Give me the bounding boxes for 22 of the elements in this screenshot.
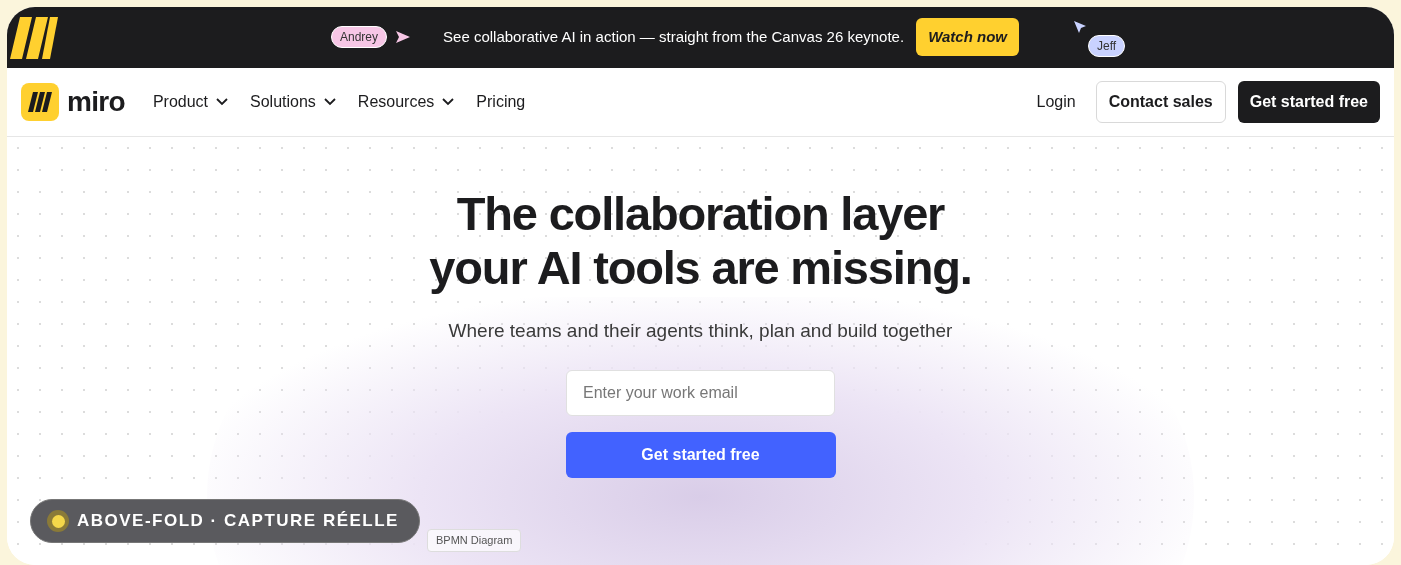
nav-menu-item[interactable]: Product: [152, 90, 229, 114]
hero-subtitle: Where teams and their agents think, plan and build together: [448, 319, 953, 343]
nav-menu-item[interactable]: Pricing: [476, 90, 526, 114]
email-field[interactable]: Enter your work email: [566, 369, 835, 416]
logo-wordmark[interactable]: miro: [67, 81, 125, 123]
cursor-icon: [395, 29, 412, 45]
get-started-button[interactable]: Get started free: [565, 431, 836, 478]
login-link[interactable]: Login: [1036, 90, 1076, 114]
cursor-label: Jeff: [1088, 35, 1126, 57]
get-started-button[interactable]: Get started free: [1237, 81, 1380, 123]
watch-now-button[interactable]: Watch now: [916, 18, 1019, 56]
diagram-chip: BPMN Diagram: [427, 529, 522, 552]
hero-title: The collaboration layer your AI tools are missing.: [429, 187, 972, 295]
badge-text: ABOVE-FOLD · CAPTURE RÉELLE: [77, 510, 399, 533]
contact-sales-button[interactable]: Contact sales: [1095, 81, 1226, 123]
logo-icon: [21, 83, 59, 121]
cursor-icon: [1073, 20, 1087, 34]
nav-menu-item[interactable]: Solutions: [250, 90, 336, 114]
nav-menu-item[interactable]: Resources: [357, 90, 455, 114]
banner-message: See collaborative AI in action — straight from the Canvas 26 keynote.: [443, 26, 905, 47]
cursor-label: Andrey: [331, 26, 388, 48]
logo-icon: [10, 14, 58, 61]
